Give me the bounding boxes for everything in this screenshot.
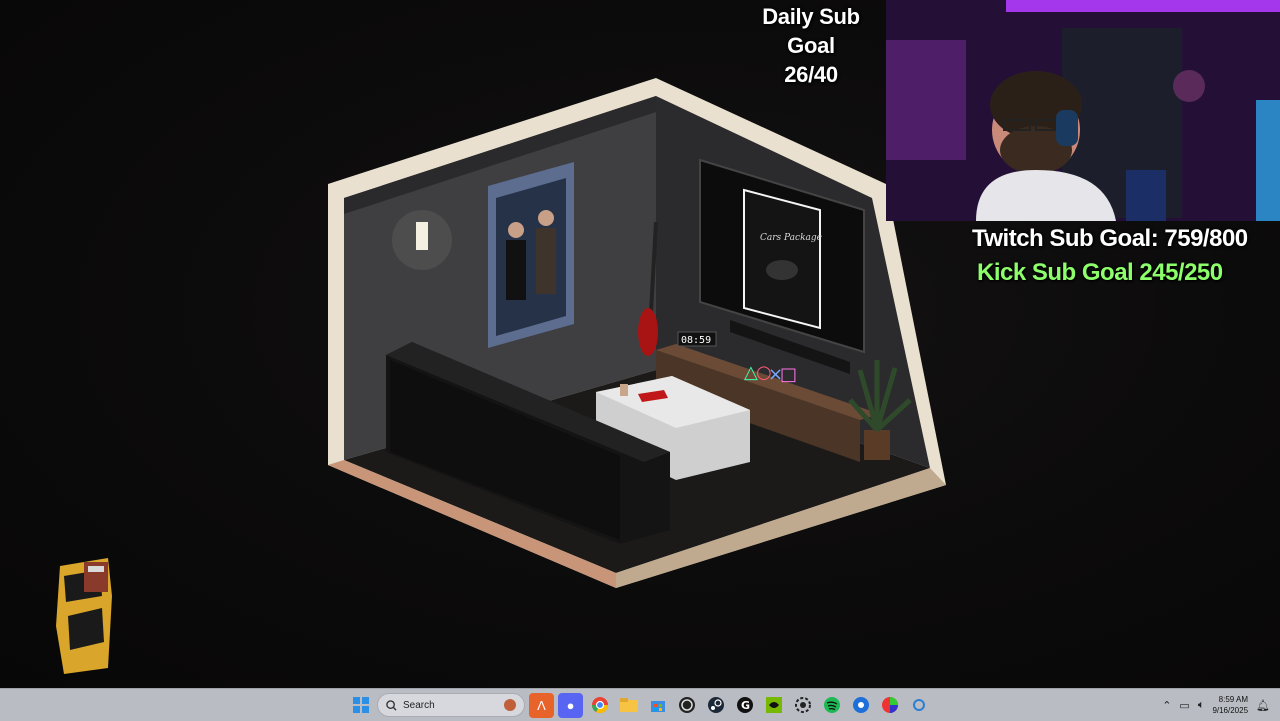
taskbar-clock[interactable]: 8:59 AM 9/16/2025 — [1212, 694, 1248, 716]
chevron-up-icon[interactable]: ⌃ — [1162, 699, 1171, 712]
clock-time: 8:59 AM — [1218, 695, 1249, 704]
desktop-logo-icon[interactable] — [50, 556, 118, 676]
svg-text:□: □ — [780, 364, 797, 385]
monitor-icon[interactable]: ▭ — [1179, 699, 1189, 712]
search-placeholder: Search — [403, 699, 435, 711]
file-explorer-icon[interactable] — [616, 693, 641, 718]
app-icon[interactable] — [906, 693, 931, 718]
chrome-icon[interactable] — [587, 693, 612, 718]
network-app-icon[interactable] — [848, 693, 873, 718]
discord-icon[interactable]: ● — [558, 692, 583, 718]
spotify-icon[interactable] — [819, 693, 844, 718]
clock-date: 9/16/2025 — [1212, 706, 1249, 715]
daily-sub-goal: Daily Sub Goal 26/40 — [736, 2, 886, 89]
search-icon — [386, 699, 397, 711]
nvidia-icon[interactable] — [761, 693, 786, 718]
taskbar-apps: Search Λ ● G — [348, 689, 931, 721]
notification-bell-icon[interactable]: 🔔︎ — [1256, 699, 1270, 712]
system-tray: ⌃ ▭ 🔈︎ 8:59 AM 9/16/2025 🔔︎ — [1162, 689, 1270, 721]
room-clock-text: 08:59 — [681, 335, 711, 346]
daily-sub-goal-title: Daily Sub Goal — [762, 4, 860, 58]
webcam-feed — [886, 0, 1280, 221]
start-icon[interactable] — [348, 693, 373, 718]
obs-icon[interactable] — [674, 693, 699, 718]
taskbar-search-box[interactable]: Search — [377, 693, 525, 717]
settings-icon[interactable] — [790, 693, 815, 718]
volume-icon[interactable]: 🔈︎ — [1198, 699, 1205, 712]
terminal-icon[interactable]: Λ — [529, 692, 554, 718]
poster-caption: Cars Package — [760, 233, 822, 243]
daily-sub-goal-value: 26/40 — [784, 62, 838, 87]
search-highlight-icon — [504, 699, 516, 711]
taskbar: Search Λ ● G ⌃ ▭ 🔈︎ 8:59 AM 9/16/2025 🔔︎ — [0, 688, 1280, 721]
color-picker-icon[interactable] — [877, 693, 902, 718]
steam-icon[interactable] — [703, 693, 728, 718]
twitch-sub-goal: Twitch Sub Goal: 759/800 — [972, 225, 1248, 252]
isometric-room-scene: Cars Package 08:59 △ ○ × □ — [320, 70, 960, 600]
ghub-icon[interactable]: G — [732, 693, 757, 718]
kick-sub-goal: Kick Sub Goal 245/250 — [977, 259, 1223, 286]
store-icon[interactable] — [645, 693, 670, 718]
svg-text:G: G — [741, 699, 750, 712]
